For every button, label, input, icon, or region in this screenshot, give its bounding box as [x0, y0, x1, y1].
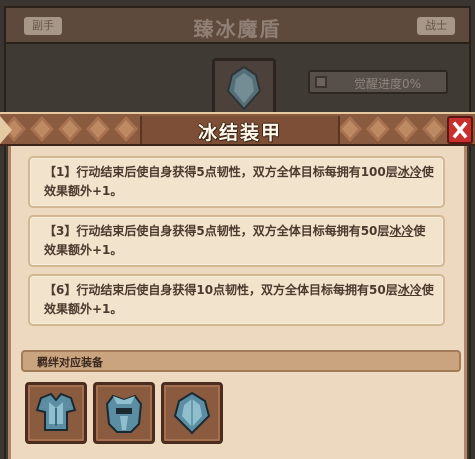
effect-description: 【1】行动结束后使自身获得5点韧性，双方全体目标每拥有100层 — [44, 165, 398, 179]
equip-slot-helmet[interactable] — [93, 382, 155, 444]
effect-card-3: 【3】行动结束后使自身获得5点韧性，双方全体目标每拥有50层冰冷使效果额外+1。 — [28, 215, 445, 267]
awaken-progress-label: 觉醒进度0% — [354, 77, 422, 91]
effect-card-1: 【1】行动结束后使自身获得5点韧性，双方全体目标每拥有100层冰冷使效果额外+1… — [28, 156, 445, 208]
modal-title: 冰结装甲 — [197, 122, 282, 144]
title-plate: 冰结装甲 — [140, 116, 340, 144]
modal-body: 【1】行动结束后使自身获得5点韧性，双方全体目标每拥有100层冰冷使效果额外+1… — [8, 146, 467, 459]
effect-description: 【3】行动结束后使自身获得5点韧性，双方全体目标每拥有50层 — [44, 224, 390, 238]
awaken-progress: 觉醒进度0% — [308, 70, 448, 94]
item-title: 臻冰魔盾 — [193, 17, 282, 41]
keyword-link-cold[interactable]: 冰冷 — [398, 165, 422, 179]
set-bonus-modal: 冰结装甲 【1】行动结束后使自身获得5点韧性，双方全体目标每拥有100层冰冷使效… — [0, 112, 475, 459]
item-portrait — [212, 58, 276, 116]
background-header: 副手 臻冰魔盾 战士 — [4, 6, 471, 44]
modal-header: 冰结装甲 — [0, 112, 475, 146]
class-tag: 战士 — [417, 17, 455, 35]
ice-chest-armor-icon — [35, 392, 77, 431]
close-icon — [452, 121, 468, 139]
effect-text: 【3】行动结束后使自身获得5点韧性，双方全体目标每拥有50层冰冷使效果额外+1。 — [44, 222, 434, 260]
ice-shield-icon — [226, 65, 262, 111]
effect-text: 【1】行动结束后使自身获得5点韧性，双方全体目标每拥有100层冰冷使效果额外+1… — [44, 163, 434, 201]
close-button[interactable] — [447, 116, 473, 144]
keyword-link-cold[interactable]: 冰冷 — [389, 224, 413, 238]
awaken-checkbox — [315, 76, 327, 88]
ice-helmet-icon — [105, 394, 143, 433]
effect-description: 【6】行动结束后使自身获得10点韧性，双方全体目标每拥有50层 — [44, 283, 398, 297]
effect-text: 【6】行动结束后使自身获得10点韧性，双方全体目标每拥有50层冰冷使效果额外+1… — [44, 281, 434, 319]
section-label: 羁绊对应装备 — [37, 356, 103, 369]
equipment-section-bar: 羁绊对应装备 — [21, 350, 461, 372]
keyword-link-cold[interactable]: 冰冷 — [398, 283, 422, 297]
ice-shield-icon — [173, 391, 211, 435]
header-left-tip — [0, 116, 12, 144]
effect-card-6: 【6】行动结束后使自身获得10点韧性，双方全体目标每拥有50层冰冷使效果额外+1… — [28, 274, 445, 326]
equip-slot-chest[interactable] — [25, 382, 87, 444]
equip-slot-shield[interactable] — [161, 382, 223, 444]
